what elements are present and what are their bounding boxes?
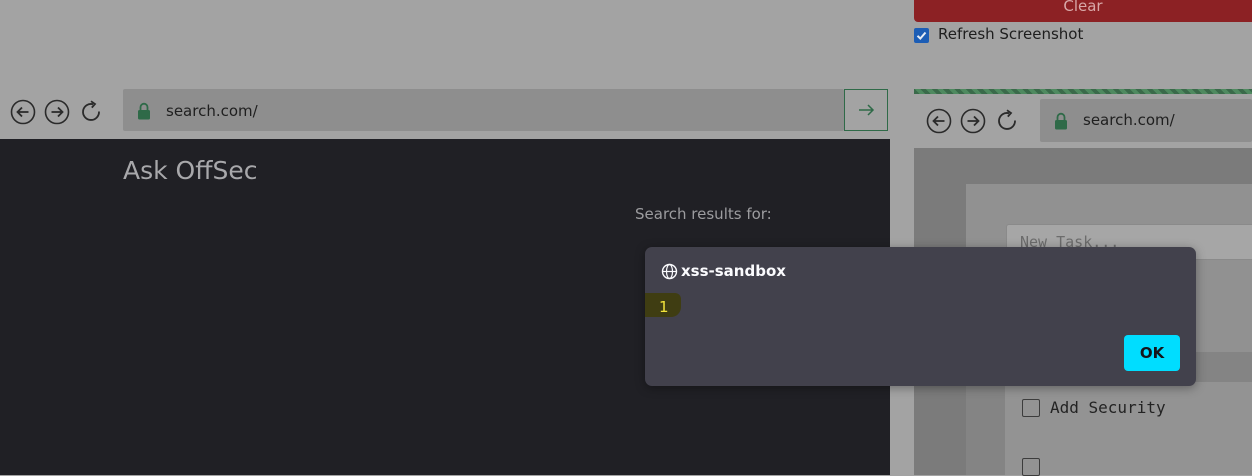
- task-label: Add Security: [1050, 398, 1166, 417]
- lock-icon: [137, 102, 151, 124]
- checkmark-icon: [916, 31, 927, 40]
- clear-button[interactable]: Clear: [914, 0, 1252, 22]
- go-button[interactable]: [844, 89, 888, 131]
- task-checkbox[interactable]: [1022, 458, 1040, 476]
- search-results-label: Search results for:: [635, 205, 772, 223]
- page-title: Ask OffSec: [123, 156, 258, 185]
- address-bar-url: search.com/: [166, 102, 258, 120]
- reload-icon[interactable]: [995, 108, 1021, 134]
- ok-button[interactable]: OK: [1124, 335, 1180, 371]
- lock-icon: [1054, 112, 1068, 134]
- dialog-message: 1: [659, 298, 669, 316]
- back-icon[interactable]: [10, 99, 36, 125]
- forward-icon[interactable]: [960, 108, 986, 134]
- reload-icon[interactable]: [79, 99, 105, 125]
- back-icon[interactable]: [926, 108, 952, 134]
- loading-progress-bar: [914, 89, 1252, 94]
- address-bar-url: search.com/: [1083, 111, 1175, 129]
- refresh-screenshot-checkbox[interactable]: [914, 28, 929, 43]
- todo-list: [1005, 382, 1252, 475]
- go-arrow-icon: [859, 104, 875, 116]
- refresh-screenshot-label: Refresh Screenshot: [938, 25, 1084, 43]
- globe-icon: [661, 263, 678, 280]
- task-checkbox[interactable]: [1022, 399, 1040, 417]
- forward-icon[interactable]: [44, 99, 70, 125]
- dialog-origin: xss-sandbox: [681, 262, 786, 280]
